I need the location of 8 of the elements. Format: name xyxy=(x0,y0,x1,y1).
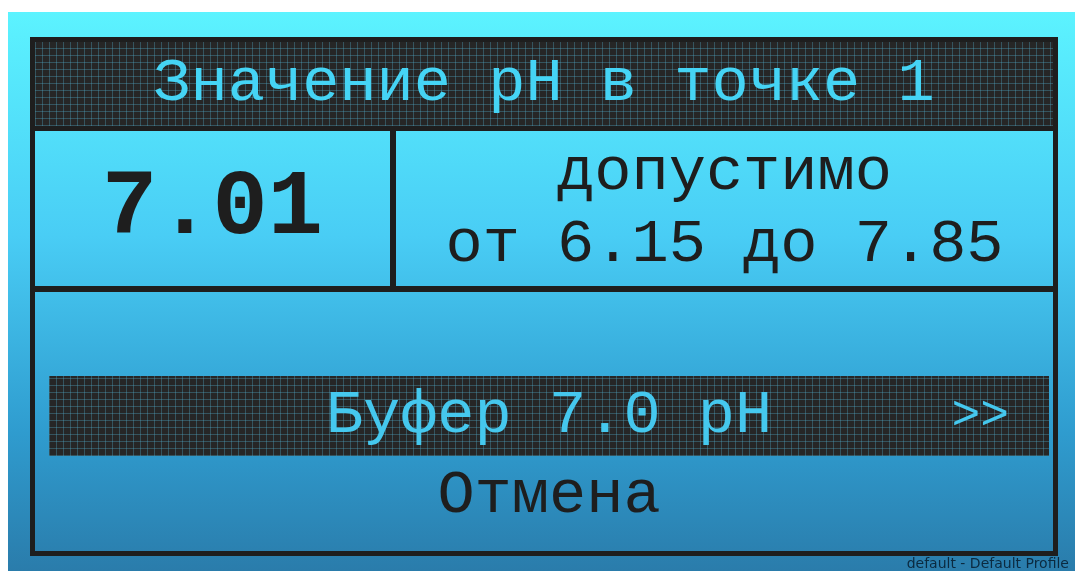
screen-title: Значение pH в точке 1 xyxy=(35,42,1053,131)
profile-label: default - Default Profile xyxy=(906,556,1069,571)
menu-item[interactable]: Отмена xyxy=(49,456,1049,536)
limits-range: от 6.15 до 7.85 xyxy=(445,208,1004,281)
chevron-icon: >> xyxy=(951,392,1009,440)
menu-item[interactable]: Буфер 7.0 pH >> xyxy=(49,376,1049,456)
limits-label: допустимо xyxy=(557,136,892,209)
ph-value: 7.01 xyxy=(35,131,396,286)
